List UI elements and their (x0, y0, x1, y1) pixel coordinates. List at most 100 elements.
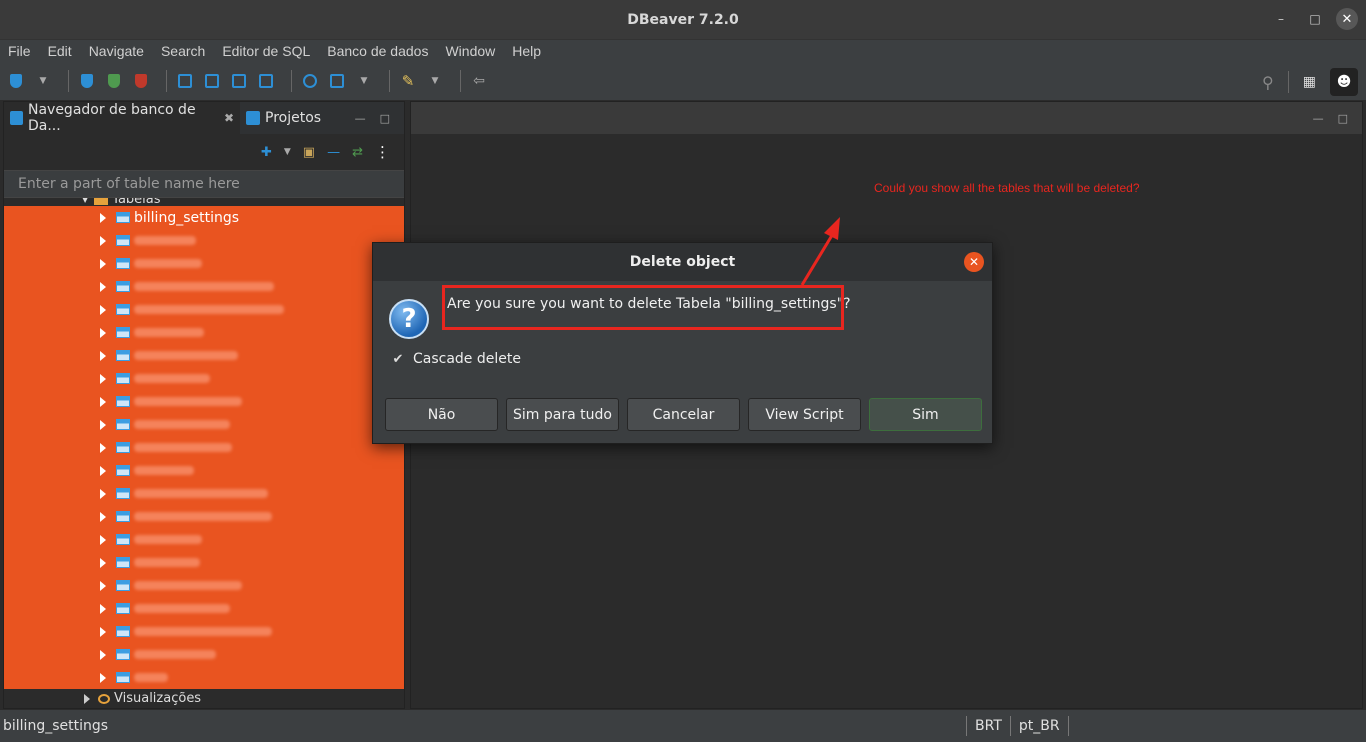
new-connection-icon[interactable]: ✚ (261, 145, 272, 160)
rollback-icon[interactable] (229, 71, 249, 91)
menu-edit[interactable]: Edit (48, 43, 72, 59)
tree-row-table[interactable] (100, 390, 242, 413)
collapse-arrow-icon[interactable] (84, 693, 90, 704)
transaction-mode-icon[interactable] (175, 71, 195, 91)
tree-row-table[interactable] (100, 505, 272, 528)
expand-arrow-icon[interactable] (100, 626, 106, 637)
menu-database[interactable]: Banco de dados (327, 43, 428, 59)
menu-search[interactable]: Search (161, 43, 205, 59)
expand-arrow-icon[interactable] (100, 511, 106, 522)
toolbar-right: ⚲ ▦ ☻ (1262, 68, 1358, 96)
menu-navigate[interactable]: Navigate (89, 43, 144, 59)
connect-icon[interactable] (77, 71, 97, 91)
expand-arrow-icon[interactable] (100, 557, 106, 568)
expand-arrow-icon[interactable] (100, 281, 106, 292)
maximize-panel-icon[interactable]: □ (380, 112, 390, 125)
tree-row-table[interactable] (100, 321, 204, 344)
close-window-button[interactable]: ✕ (1336, 8, 1358, 30)
table-filter (4, 170, 404, 198)
expand-arrow-icon[interactable] (100, 649, 106, 660)
dropdown-icon[interactable]: ▼ (284, 147, 291, 157)
new-connection-dropdown-icon[interactable]: ▼ (33, 71, 53, 91)
tree-row-table[interactable] (100, 275, 274, 298)
tree-row-table[interactable] (100, 298, 284, 321)
tree-row-table[interactable] (100, 666, 168, 689)
reconnect-icon[interactable] (104, 71, 124, 91)
tree-row-table[interactable] (100, 597, 230, 620)
menu-bar: File Edit Navigate Search Editor de SQL … (0, 40, 1366, 62)
no-button[interactable]: Não (385, 398, 498, 431)
dialog-close-button[interactable]: ✕ (964, 252, 984, 272)
search-icon[interactable]: ⚲ (1262, 73, 1274, 92)
tree-folder-views[interactable]: Visualizações (84, 691, 201, 706)
tree-row-table[interactable] (100, 436, 232, 459)
yes-button[interactable]: Sim (869, 398, 982, 431)
expand-arrow-icon[interactable] (100, 534, 106, 545)
tab-database-navigator[interactable]: Navegador de banco de Da... ✖ (4, 102, 240, 134)
maximize-editor-icon[interactable]: □ (1338, 112, 1348, 125)
minimize-panel-icon[interactable]: — (355, 112, 366, 125)
table-icon (116, 373, 130, 384)
new-connection-icon[interactable] (6, 71, 26, 91)
tree-row-table[interactable] (100, 620, 272, 643)
tree-row-table[interactable] (100, 459, 194, 482)
tree-row-table[interactable] (100, 574, 242, 597)
menu-window[interactable]: Window (445, 43, 495, 59)
expand-arrow-icon[interactable] (100, 327, 106, 338)
expand-arrow-icon[interactable] (100, 373, 106, 384)
expand-arrow-icon[interactable] (100, 603, 106, 614)
collapse-all-icon[interactable]: — (327, 145, 340, 160)
expand-arrow-icon[interactable] (100, 396, 106, 407)
tree-row-selected[interactable]: billing_settings (100, 206, 239, 229)
dbeaver-perspective-icon[interactable]: ☻ (1330, 68, 1358, 96)
expand-arrow-icon[interactable] (100, 672, 106, 683)
yes-to-all-button[interactable]: Sim para tudo (506, 398, 619, 431)
menu-sql-editor[interactable]: Editor de SQL (222, 43, 310, 59)
tab-projects[interactable]: Projetos (240, 102, 327, 134)
tree-row-table[interactable] (100, 551, 200, 574)
commit-icon[interactable] (202, 71, 222, 91)
erd-icon[interactable] (327, 71, 347, 91)
expand-arrow-icon[interactable] (100, 235, 106, 246)
sql-editor-dropdown-icon[interactable]: ▼ (425, 71, 445, 91)
cancel-button[interactable]: Cancelar (627, 398, 740, 431)
expand-arrow-icon[interactable] (100, 350, 106, 361)
cascade-delete-checkbox[interactable]: ✔ Cascade delete (391, 351, 521, 367)
open-perspective-icon[interactable]: ▦ (1303, 74, 1316, 90)
maximize-button[interactable]: □ (1302, 8, 1328, 30)
disconnect-icon[interactable] (131, 71, 151, 91)
expand-arrow-icon[interactable] (100, 304, 106, 315)
expand-arrow-icon[interactable] (100, 258, 106, 269)
table-icon (116, 327, 130, 338)
minimize-editor-icon[interactable]: — (1313, 112, 1324, 125)
expand-arrow-icon[interactable] (100, 212, 106, 223)
expand-arrow-icon[interactable] (100, 465, 106, 476)
sql-editor-pen-icon[interactable]: ✎ (398, 71, 418, 91)
tree-row-table[interactable] (100, 344, 238, 367)
tree-row-table[interactable] (100, 229, 196, 252)
erd-dropdown-icon[interactable]: ▼ (354, 71, 374, 91)
tree-row-table[interactable] (100, 643, 216, 666)
tree-row-table[interactable] (100, 367, 210, 390)
view-script-button[interactable]: View Script (748, 398, 861, 431)
menu-help[interactable]: Help (512, 43, 541, 59)
redacted-table-name (134, 351, 238, 360)
expand-arrow-icon[interactable] (100, 442, 106, 453)
folder-icon[interactable]: ▣ (303, 145, 315, 160)
expand-arrow-icon[interactable] (100, 488, 106, 499)
tree-row-table[interactable] (100, 413, 230, 436)
menu-file[interactable]: File (8, 43, 31, 59)
close-tab-icon[interactable]: ✖ (224, 111, 234, 125)
minimize-button[interactable]: – (1268, 8, 1294, 30)
link-with-editor-icon[interactable]: ⇄ (352, 145, 363, 160)
expand-arrow-icon[interactable] (100, 580, 106, 591)
back-arrow-icon[interactable]: ⇦ (469, 71, 489, 91)
tree-row-table[interactable] (100, 252, 202, 275)
transaction-log-icon[interactable] (256, 71, 276, 91)
tree-row-table[interactable] (100, 482, 268, 505)
dashboard-icon[interactable] (300, 71, 320, 91)
table-filter-input[interactable] (18, 176, 388, 192)
expand-arrow-icon[interactable] (100, 419, 106, 430)
tree-row-table[interactable] (100, 528, 202, 551)
view-menu-icon[interactable]: ⋮ (375, 143, 390, 161)
